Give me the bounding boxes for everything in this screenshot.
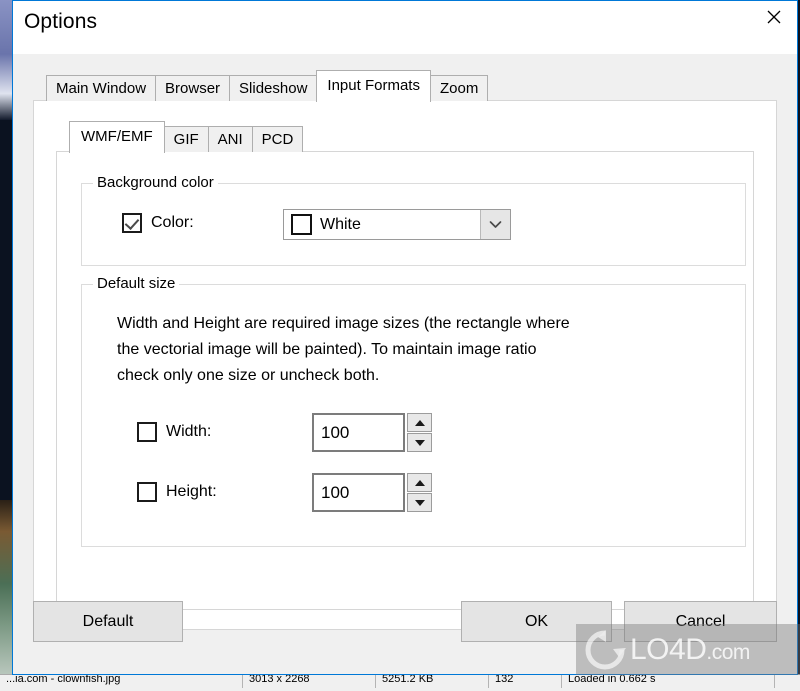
cancel-button[interactable]: Cancel: [624, 601, 777, 642]
tab-main-window[interactable]: Main Window: [46, 75, 157, 101]
tab-zoom[interactable]: Zoom: [429, 75, 489, 101]
status-cell-load-time: Loaded in 0.662 s: [562, 675, 775, 688]
triangle-down-icon: [414, 499, 425, 506]
height-input[interactable]: 100: [312, 473, 405, 512]
width-spin-buttons: [407, 413, 432, 452]
height-spin-down-button[interactable]: [407, 493, 432, 512]
dialog-title-bar: Options: [13, 1, 797, 54]
chevron-down-icon: [489, 221, 502, 228]
height-spin-up-button[interactable]: [407, 473, 432, 492]
status-cell-count: 132: [489, 675, 562, 688]
triangle-down-icon: [414, 439, 425, 446]
background-image-top: [0, 0, 12, 120]
height-spinner[interactable]: 100: [312, 473, 432, 512]
tab-browser[interactable]: Browser: [155, 75, 231, 101]
dialog-client-area: Main Window Browser Slideshow Input Form…: [13, 54, 797, 674]
color-swatch: [291, 214, 312, 235]
inner-tab-strip: WMF/EMF GIF ANI PCD: [56, 120, 754, 153]
default-size-group-legend: Default size: [93, 275, 180, 292]
ok-button[interactable]: OK: [461, 601, 612, 642]
close-x-icon: [767, 10, 781, 23]
tab-wmf-emf[interactable]: WMF/EMF: [69, 121, 165, 153]
close-button[interactable]: [751, 1, 797, 32]
background-image-middle: [0, 120, 12, 500]
triangle-up-icon: [414, 479, 425, 486]
tab-ani[interactable]: ANI: [207, 126, 253, 152]
color-checkbox-row[interactable]: Color:: [122, 213, 194, 233]
background-color-group-legend: Background color: [93, 174, 218, 191]
outer-tab-panel: WMF/EMF GIF ANI PCD Background color Col…: [33, 100, 777, 630]
width-checkbox[interactable]: [137, 422, 157, 442]
tab-input-formats[interactable]: Input Formats: [316, 70, 431, 102]
outer-tab-control: Main Window Browser Slideshow Input Form…: [33, 69, 777, 630]
default-size-group: Default size Width and Height are requir…: [81, 275, 746, 547]
width-input[interactable]: 100: [312, 413, 405, 452]
background-color-combo[interactable]: White: [283, 209, 511, 240]
outer-tab-strip: Main Window Browser Slideshow Input Form…: [33, 69, 777, 102]
tab-gif[interactable]: GIF: [163, 126, 209, 152]
color-checkbox[interactable]: [122, 213, 142, 233]
width-spin-down-button[interactable]: [407, 433, 432, 452]
app-status-bar: ...ia.com - clownfish.jpg 3013 x 2268 52…: [0, 674, 800, 691]
background-color-group: Background color Color: White: [81, 174, 746, 266]
width-spin-up-button[interactable]: [407, 413, 432, 432]
tab-pcd[interactable]: PCD: [251, 126, 304, 152]
inner-tab-panel: Background color Color: White Default si…: [56, 151, 754, 610]
status-cell-filename: ...ia.com - clownfish.jpg: [0, 675, 243, 688]
height-checkbox-row[interactable]: Height:: [137, 482, 217, 502]
inner-tab-control: WMF/EMF GIF ANI PCD Background color Col…: [56, 120, 754, 610]
width-checkbox-row[interactable]: Width:: [137, 422, 211, 442]
triangle-up-icon: [414, 419, 425, 426]
background-color-value: White: [320, 215, 361, 233]
height-spin-buttons: [407, 473, 432, 512]
options-dialog: Options Main Window Browser Slideshow In…: [12, 0, 798, 675]
dialog-button-bar: Default OK Cancel: [13, 594, 797, 674]
width-spinner[interactable]: 100: [312, 413, 432, 452]
status-cell-dimensions: 3013 x 2268: [243, 675, 376, 688]
width-label: Width:: [166, 423, 212, 440]
tab-slideshow[interactable]: Slideshow: [229, 75, 318, 101]
dialog-title: Options: [24, 10, 98, 33]
status-cell-filesize: 5251.2 KB: [376, 675, 489, 688]
height-label: Height:: [166, 483, 217, 500]
background-image-bottom: [0, 500, 12, 675]
default-size-description: Width and Height are required image size…: [117, 315, 570, 384]
combo-dropdown-button[interactable]: [480, 210, 510, 239]
color-checkbox-label: Color:: [151, 214, 194, 231]
default-button[interactable]: Default: [33, 601, 183, 642]
height-checkbox[interactable]: [137, 482, 157, 502]
